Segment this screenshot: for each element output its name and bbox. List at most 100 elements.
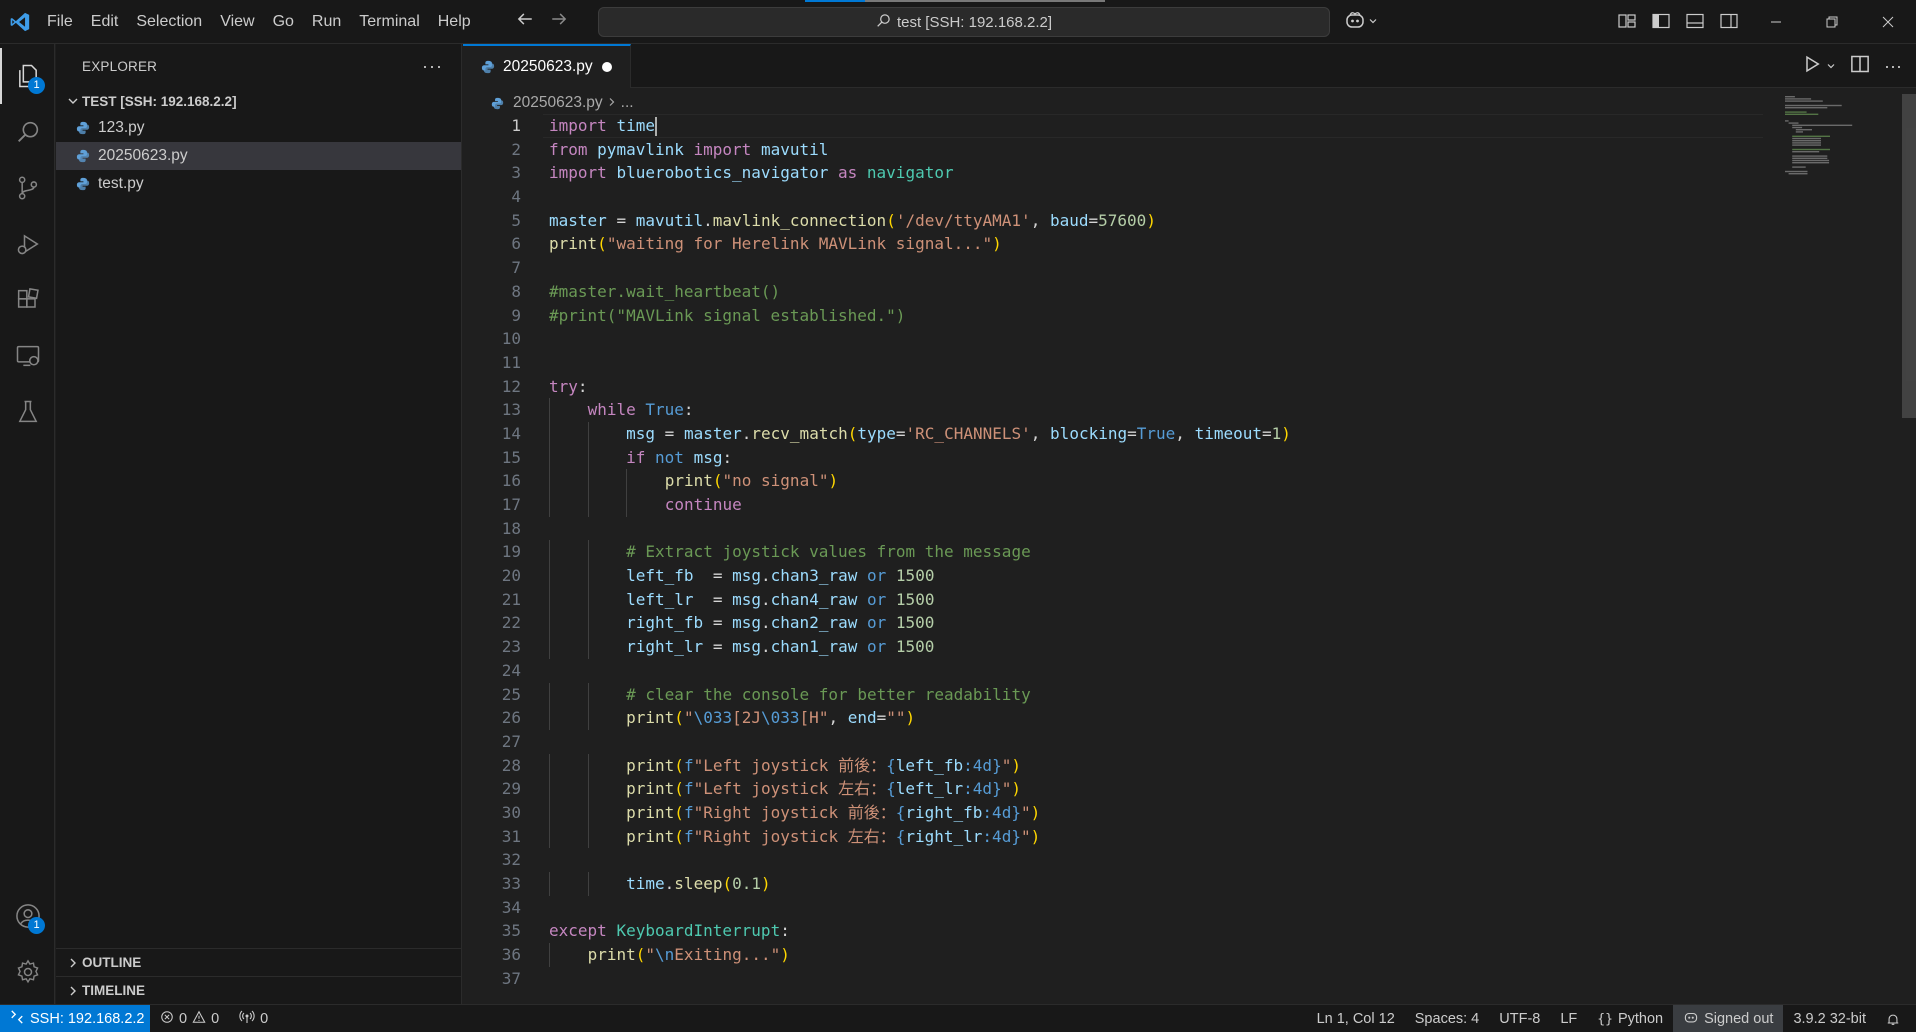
run-debug-icon[interactable] — [0, 216, 55, 272]
outline-section[interactable]: OUTLINE — [56, 948, 461, 976]
menu-help[interactable]: Help — [429, 0, 480, 44]
code-line[interactable]: 27 — [463, 730, 1763, 754]
code-text: print("\033[2J\033[H", end="") — [626, 708, 916, 728]
indentation[interactable]: Spaces: 4 — [1405, 1005, 1490, 1032]
code-editor[interactable]: 1 import time 2 from pymavlink import mavut… — [463, 114, 1763, 990]
line-number: 19 — [501, 542, 521, 562]
code-line[interactable]: 17 continue — [463, 493, 1763, 517]
copilot-status[interactable]: Signed out — [1673, 1005, 1784, 1032]
code-line[interactable]: 22 right_fb = msg.chan2_raw or 1500 — [463, 611, 1763, 636]
restore-icon[interactable] — [1804, 0, 1860, 44]
tab-20250623-py[interactable]: 20250623.py — [463, 44, 631, 88]
explorer-icon[interactable]: 1 — [0, 48, 55, 104]
code-line[interactable]: 3 import bluerobotics_navigator as naviga… — [463, 161, 1763, 185]
code-line[interactable]: 26 print("\033[2J\033[H", end="") — [463, 706, 1763, 730]
extensions-icon[interactable] — [0, 272, 55, 328]
code-line[interactable]: 20 left_fb = msg.chan3_raw or 1500 — [463, 564, 1763, 588]
line-number: 25 — [501, 684, 521, 704]
timeline-section[interactable]: TIMELINE — [56, 976, 461, 1004]
problems-indicator[interactable]: 0 0 — [150, 1005, 229, 1032]
code-line[interactable]: 29 print(f"Left joystick 左右：{left_lr:4d}… — [463, 777, 1763, 801]
code-line[interactable]: 5 master = mavutil.mavlink_connection('/d… — [463, 209, 1763, 233]
minimize-icon[interactable] — [1748, 0, 1804, 44]
code-line[interactable]: 2 from pymavlink import mavutil — [463, 138, 1763, 162]
menu-go[interactable]: Go — [264, 0, 303, 44]
run-python-file-icon[interactable] — [1802, 54, 1822, 79]
code-line[interactable]: 28 print(f"Left joystick 前後：{left_fb:4d}… — [463, 753, 1763, 778]
toggle-secondary-sidebar-icon[interactable] — [1718, 8, 1740, 34]
encoding[interactable]: UTF-8 — [1489, 1005, 1550, 1032]
file-item[interactable]: test.py — [56, 170, 461, 198]
testing-icon[interactable] — [0, 384, 55, 440]
menu-run[interactable]: Run — [303, 0, 350, 44]
arrow-left-icon[interactable] — [516, 10, 534, 34]
code-line[interactable]: 13 while True: — [463, 398, 1763, 422]
code-line[interactable]: 24 — [463, 659, 1763, 683]
file-item[interactable]: 20250623.py — [56, 142, 461, 170]
code-line[interactable]: 25 # clear the console for better readab… — [463, 682, 1763, 707]
code-line[interactable]: 37 — [463, 967, 1763, 991]
code-line[interactable]: 19 # Extract joystick values from the me… — [463, 540, 1763, 565]
code-line[interactable]: 32 — [463, 848, 1763, 872]
accounts-icon[interactable]: 1 — [0, 888, 55, 944]
minimap[interactable] — [1783, 94, 1893, 214]
notifications-bell-icon[interactable] — [1876, 1005, 1910, 1032]
code-line[interactable]: 34 — [463, 896, 1763, 920]
more-actions-icon[interactable]: ··· — [422, 56, 443, 77]
close-icon[interactable] — [1860, 0, 1916, 44]
language-mode[interactable]: {} Python — [1587, 1005, 1673, 1032]
file-item[interactable]: 123.py — [56, 114, 461, 142]
code-line[interactable]: 36 print("\nExiting...") — [463, 943, 1763, 967]
code-line[interactable]: 16 print("no signal") — [463, 469, 1763, 493]
menu-terminal[interactable]: Terminal — [350, 0, 428, 44]
code-line[interactable]: 15 if not msg: — [463, 445, 1763, 470]
copilot-status-label: Signed out — [1704, 1011, 1774, 1027]
command-center-search[interactable]: test [SSH: 192.168.2.2] — [598, 7, 1330, 37]
workspace-folder[interactable]: TEST [SSH: 192.168.2.2] — [56, 88, 461, 114]
copilot-button[interactable] — [1344, 8, 1378, 36]
scrollbar-thumb[interactable] — [1902, 94, 1916, 418]
code-line[interactable]: 6 print("waiting for Herelink MAVLink sig… — [463, 232, 1763, 256]
code-line[interactable]: 33 time.sleep(0.1) — [463, 872, 1763, 896]
code-line[interactable]: 7 — [463, 256, 1763, 280]
code-line[interactable]: 12 try: — [463, 375, 1763, 399]
code-line[interactable]: 21 left_lr = msg.chan4_raw or 1500 — [463, 587, 1763, 612]
manage-gear-icon[interactable] — [0, 944, 55, 1000]
menu-selection[interactable]: Selection — [127, 0, 211, 44]
unsaved-dot-icon[interactable] — [602, 62, 612, 72]
code-text: import bluerobotics_navigator as navigat… — [549, 163, 954, 183]
code-line[interactable]: 23 right_lr = msg.chan1_raw or 1500 — [463, 635, 1763, 659]
code-line[interactable]: 30 print(f"Right joystick 前後：{right_fb:4… — [463, 800, 1763, 825]
code-line[interactable]: 1 import time — [463, 114, 1763, 138]
ports-indicator[interactable]: 0 — [229, 1005, 278, 1032]
menu-file[interactable]: File — [38, 0, 82, 44]
code-line[interactable]: 10 — [463, 327, 1763, 351]
menu-edit[interactable]: Edit — [82, 0, 128, 44]
code-line[interactable]: 31 print(f"Right joystick 左右：{right_lr:4… — [463, 824, 1763, 849]
chevron-down-icon[interactable] — [1826, 58, 1836, 76]
search-icon[interactable] — [0, 104, 55, 160]
code-text: master = mavutil.mavlink_connection('/de… — [549, 210, 1156, 230]
arrow-right-icon[interactable] — [550, 10, 568, 34]
python-interpreter[interactable]: 3.9.2 32-bit — [1783, 1005, 1876, 1032]
code-line[interactable]: 11 — [463, 351, 1763, 375]
menu-view[interactable]: View — [211, 0, 263, 44]
code-line[interactable]: 18 — [463, 517, 1763, 541]
remote-explorer-icon[interactable] — [0, 328, 55, 384]
toggle-primary-sidebar-icon[interactable] — [1650, 8, 1672, 34]
code-line[interactable]: 9 #print("MAVLink signal established.") — [463, 304, 1763, 328]
toggle-panel-icon[interactable] — [1684, 8, 1706, 34]
breadcrumb-file[interactable]: 20250623.py — [513, 94, 603, 112]
code-line[interactable]: 35 except KeyboardInterrupt: — [463, 919, 1763, 943]
code-line[interactable]: 14 msg = master.recv_match(type='RC_CHAN… — [463, 421, 1763, 446]
end-of-line[interactable]: LF — [1550, 1005, 1587, 1032]
customize-layout-icon[interactable] — [1616, 8, 1638, 34]
source-control-icon[interactable] — [0, 160, 55, 216]
code-line[interactable]: 4 — [463, 185, 1763, 209]
remote-indicator[interactable]: SSH: 192.168.2.2 — [0, 1004, 150, 1032]
cursor-position[interactable]: Ln 1, Col 12 — [1307, 1005, 1405, 1032]
split-editor-icon[interactable] — [1850, 54, 1870, 79]
more-actions-icon[interactable]: ··· — [1884, 56, 1902, 77]
code-line[interactable]: 8 #master.wait_heartbeat() — [463, 280, 1763, 304]
breadcrumb-symbol[interactable]: ... — [621, 94, 634, 112]
